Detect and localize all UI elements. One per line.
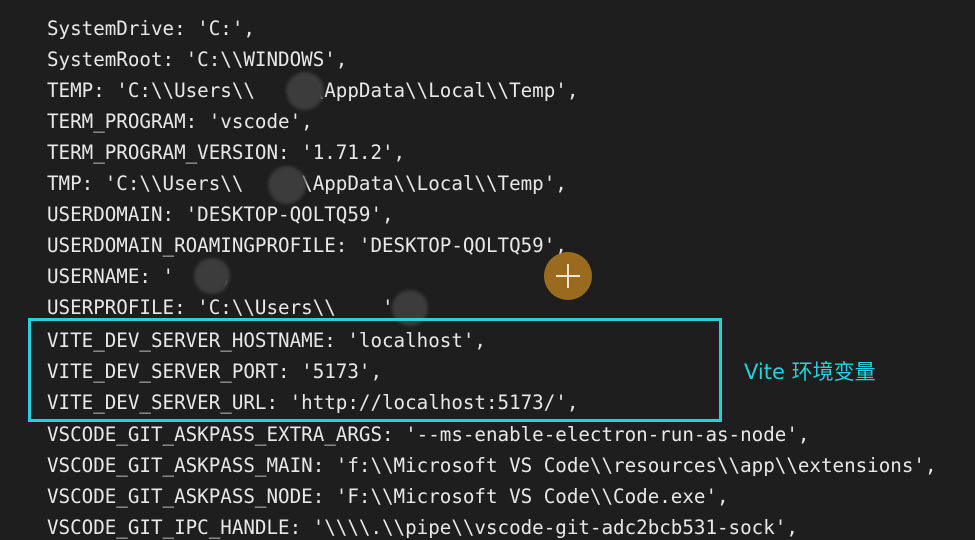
env-line-vscode-git-askpass-node: VSCODE_GIT_ASKPASS_NODE: 'F:\\Microsoft …	[47, 485, 729, 508]
env-line-userdomain-roamingprofile: USERDOMAIN_ROAMINGPROFILE: 'DESKTOP-QOLT…	[47, 234, 567, 257]
env-line-systemroot: SystemRoot: 'C:\\WINDOWS',	[47, 48, 348, 71]
env-line-term-program: TERM_PROGRAM: 'vscode',	[47, 110, 313, 133]
env-line-userdomain: USERDOMAIN: 'DESKTOP-QOLTQ59',	[47, 203, 394, 226]
env-line-term-program-version: TERM_PROGRAM_VERSION: '1.71.2',	[47, 141, 406, 164]
env-line-tmp: TMP: 'C:\\Users\\ \\AppData\\Local\\Temp…	[47, 172, 567, 195]
vite-env-annotation-label: Vite 环境变量	[744, 360, 876, 384]
env-line-vscode-git-askpass-extra-args: VSCODE_GIT_ASKPASS_EXTRA_ARGS: '--ms-ena…	[47, 423, 810, 446]
env-line-systemdrive: SystemDrive: 'C:',	[47, 17, 255, 40]
terminal-output[interactable]: SystemDrive: 'C:', SystemRoot: 'C:\\WIND…	[0, 0, 975, 540]
env-line-vscode-git-askpass-main: VSCODE_GIT_ASKPASS_MAIN: 'f:\\Microsoft …	[47, 454, 937, 477]
vite-env-highlight-box	[28, 318, 722, 422]
username-redaction-blur	[194, 258, 230, 294]
username-redaction-blur	[286, 72, 324, 110]
username-redaction-blur	[268, 166, 306, 204]
env-line-vscode-git-ipc-handle: VSCODE_GIT_IPC_HANDLE: '\\\\.\\pipe\\vsc…	[47, 516, 798, 539]
crosshair-cursor-icon	[544, 252, 592, 300]
